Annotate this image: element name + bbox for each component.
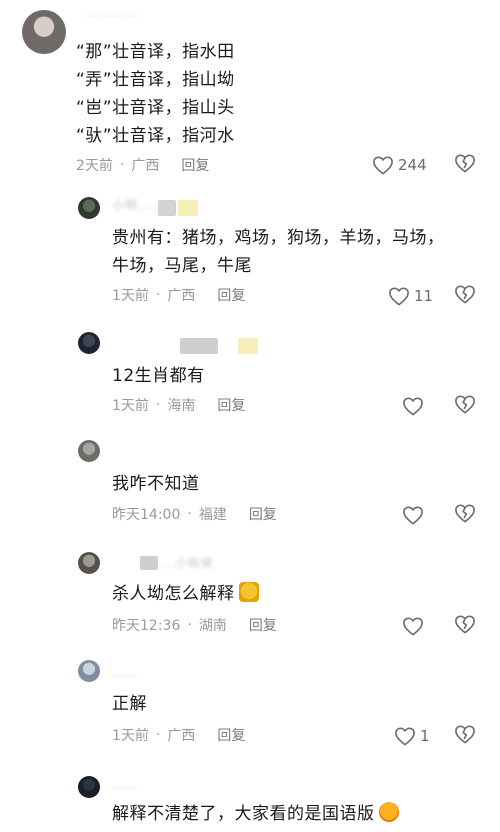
laughing-emoji: [378, 802, 399, 822]
username[interactable]: …小知侯: [162, 554, 214, 571]
avatar[interactable]: [78, 552, 100, 574]
comment-text: 12生肖都有: [112, 362, 205, 390]
dislike-button[interactable]: [454, 153, 478, 177]
comment-line: 牛场，马尾，牛尾: [112, 256, 252, 276]
like-button[interactable]: 1: [394, 724, 430, 748]
broken-heart-icon: [454, 284, 478, 304]
yellow-doge-emoji: [238, 582, 259, 602]
heart-outline-icon: [402, 616, 424, 636]
comment-line: 解释不清楚了，大家看的是国语版: [112, 800, 399, 828]
comment-text: 解释不清楚了，大家看的是国语版: [112, 800, 399, 828]
avatar[interactable]: [78, 197, 100, 219]
comment-location: 湖南: [198, 618, 227, 634]
meta-separator: ·: [119, 157, 125, 173]
comment-line: “那”壮音译，指水田: [76, 42, 235, 62]
comment-time: 1天前: [112, 288, 149, 304]
heart-outline-icon: [394, 726, 416, 746]
comment-time: 2天前: [76, 158, 113, 174]
like-button[interactable]: 11: [388, 284, 433, 308]
like-button[interactable]: [402, 503, 424, 527]
comment-time: 昨天14:00: [112, 507, 181, 523]
comment-meta: 1天前 · 广西 回复: [112, 724, 245, 746]
meta-separator: ·: [187, 506, 192, 522]
dislike-button[interactable]: [454, 724, 478, 748]
comment-text: “那”壮音译，指水田 “弄”壮音译，指山坳 “岜”壮音译，指山头 “驮”壮音译，…: [76, 38, 235, 150]
heart-outline-icon: [388, 286, 410, 306]
comment-meta: 昨天12:36 · 湖南 回复: [112, 614, 277, 636]
comment-line: “弄”壮音译，指山坳: [76, 70, 235, 90]
reply-button[interactable]: 回复: [181, 155, 209, 175]
comment-line: “岜”壮音译，指山头: [76, 98, 235, 118]
heart-outline-icon: [372, 155, 394, 175]
like-button[interactable]: [402, 394, 424, 418]
reply-button[interactable]: 回复: [217, 285, 245, 305]
comment-time: 1天前: [112, 398, 149, 414]
comment-time: 1天前: [112, 728, 149, 744]
comment-text: 贵州有：猪场，鸡场，狗场，羊场，马场， 牛场，马尾，牛尾: [112, 224, 445, 280]
like-button[interactable]: 244: [372, 153, 427, 177]
username[interactable]: …………: [86, 6, 138, 20]
username[interactable]: ……: [112, 778, 138, 792]
dislike-button[interactable]: [454, 394, 478, 418]
broken-heart-icon: [454, 394, 478, 414]
dislike-button[interactable]: [454, 614, 478, 638]
reply-button[interactable]: 回复: [249, 615, 277, 635]
comment-time: 昨天12:36: [112, 618, 181, 634]
username[interactable]: 小明……: [112, 196, 164, 213]
avatar[interactable]: [78, 440, 100, 462]
avatar[interactable]: [78, 776, 100, 798]
comment-line: 贵州有：猪场，鸡场，狗场，羊场，马场，: [112, 228, 445, 248]
comment-location: 福建: [198, 507, 227, 523]
broken-heart-icon: [454, 614, 478, 634]
reply-button[interactable]: 回复: [217, 395, 245, 415]
comment-location: 海南: [167, 398, 196, 414]
blurred-username: [180, 338, 218, 354]
comment-meta: 2天前 · 广西 回复: [76, 154, 209, 176]
like-button[interactable]: [402, 614, 424, 638]
comment-line: 我咋不知道: [112, 474, 200, 494]
avatar[interactable]: [78, 332, 100, 354]
avatar[interactable]: [22, 10, 66, 54]
blurred-badge: [238, 338, 258, 354]
broken-heart-icon: [454, 724, 478, 744]
heart-outline-icon: [402, 396, 424, 416]
comment-text: 正解: [112, 690, 147, 718]
blurred-badge: [178, 200, 198, 216]
comment-text: 杀人坳怎么解释: [112, 580, 259, 608]
comment-line-text: 解释不清楚了，大家看的是国语版: [112, 804, 375, 824]
dislike-button[interactable]: [454, 503, 478, 527]
comment-meta: 昨天14:00 · 福建 回复: [112, 503, 277, 525]
like-count: 11: [414, 287, 434, 305]
comment-location: 广西: [131, 158, 160, 174]
blurred-badge: [140, 556, 158, 570]
comment-meta: 1天前 · 海南 回复: [112, 394, 245, 416]
username[interactable]: ……: [112, 666, 138, 680]
broken-heart-icon: [454, 153, 478, 173]
reply-button[interactable]: 回复: [249, 504, 277, 524]
comment-location: 广西: [167, 288, 196, 304]
reply-button[interactable]: 回复: [217, 725, 245, 745]
comment-line: 12生肖都有: [112, 366, 205, 386]
meta-separator: ·: [155, 727, 161, 743]
meta-separator: ·: [187, 617, 192, 633]
comment-line: 杀人坳怎么解释: [112, 580, 259, 608]
heart-outline-icon: [402, 505, 424, 525]
avatar[interactable]: [78, 660, 100, 682]
like-count: 1: [420, 727, 430, 745]
comment-meta: 1天前 · 广西 回复: [112, 284, 245, 306]
blurred-badge: [158, 200, 176, 216]
comment-text: 我咋不知道: [112, 470, 200, 498]
comment-line: 正解: [112, 694, 147, 714]
like-count: 244: [398, 156, 427, 174]
comment-location: 广西: [167, 728, 196, 744]
comment-line: “驮”壮音译，指河水: [76, 126, 235, 146]
comment-line-text: 杀人坳怎么解释: [112, 584, 235, 604]
broken-heart-icon: [454, 503, 478, 523]
meta-separator: ·: [155, 397, 161, 413]
meta-separator: ·: [155, 287, 161, 303]
dislike-button[interactable]: [454, 284, 478, 308]
